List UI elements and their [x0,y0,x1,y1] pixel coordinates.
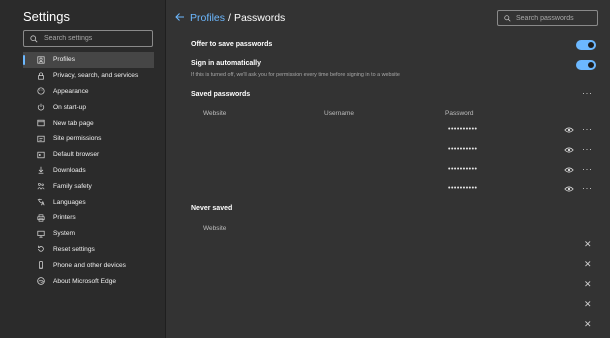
sidebar-nav: Profiles Privacy, search, and services A… [23,52,154,289]
row-more-button[interactable]: ··· [582,124,593,134]
sidebar-item-privacy[interactable]: Privacy, search, and services [23,68,154,84]
back-arrow-icon[interactable] [175,12,185,22]
sidebar-item-printers[interactable]: Printers [23,210,154,226]
sidebar-item-languages[interactable]: Languages [23,194,154,210]
search-icon [504,14,511,22]
sidebar-item-label: Family safety [53,182,92,190]
site-permissions-icon [35,134,47,144]
settings-search-box[interactable] [23,30,153,47]
table-row[interactable]: •••••••••• ··· [166,120,610,140]
sidebar-item-default-browser[interactable]: Default browser [23,147,154,163]
sidebar-item-label: Downloads [53,166,86,174]
breadcrumb-profiles-link[interactable]: Profiles [190,12,225,24]
sidebar-item-label: Reset settings [53,245,95,253]
sidebar-item-label: Default browser [53,151,100,159]
row-more-button[interactable]: ··· [582,164,593,174]
never-saved-title: Never saved [191,205,233,212]
sidebar-item-profiles[interactable]: Profiles [23,52,154,68]
sign-in-auto-description: If this is turned off, we'll ask you for… [191,72,400,78]
password-value: •••••••••• [448,146,478,153]
sidebar-title: Settings [23,9,70,24]
sidebar-item-appearance[interactable]: Appearance [23,84,154,100]
breadcrumb: Profiles / Passwords [190,12,285,24]
column-header-password: Password [445,110,474,117]
edge-icon [35,276,47,286]
sidebar-item-label: Printers [53,214,76,222]
offer-save-toggle[interactable] [576,40,596,50]
show-password-icon[interactable] [564,166,574,174]
sidebar-item-label: Privacy, search, and services [53,72,139,80]
sign-in-auto-label: Sign in automatically [191,60,262,67]
settings-search-input[interactable] [44,35,144,42]
sidebar-item-site-permissions[interactable]: Site permissions [23,131,154,147]
saved-passwords-title: Saved passwords [191,91,251,98]
sidebar-item-about[interactable]: About Microsoft Edge [23,273,154,289]
row-more-button[interactable]: ··· [582,183,593,193]
reset-icon [35,244,47,254]
offer-save-label: Offer to save passwords [191,41,273,48]
sidebar-item-label: Appearance [53,87,89,95]
column-header-website: Website [203,110,227,117]
passwords-search-input[interactable] [516,14,596,22]
sidebar-item-family-safety[interactable]: Family safety [23,178,154,194]
password-value: •••••••••• [448,126,478,133]
printer-icon [35,213,47,223]
sidebar-item-label: System [53,230,75,238]
sidebar-item-label: Languages [53,198,86,206]
row-more-button[interactable]: ··· [582,144,593,154]
passwords-search-box[interactable] [497,10,598,26]
password-value: •••••••••• [448,166,478,173]
sidebar-item-reset[interactable]: Reset settings [23,242,154,258]
page-title: Passwords [233,12,286,24]
remove-never-saved-button[interactable]: ✕ [584,319,592,330]
download-icon [35,165,47,175]
remove-never-saved-button[interactable]: ✕ [584,239,592,250]
column-header-username: Username [324,110,354,117]
table-row[interactable]: •••••••••• ··· [166,140,610,160]
sidebar-item-label: On start-up [53,103,86,111]
sidebar-item-system[interactable]: System [23,226,154,242]
search-icon [30,34,38,42]
table-row[interactable]: •••••••••• ··· [166,160,610,180]
sidebar-item-startup[interactable]: On start-up [23,99,154,115]
sign-in-auto-toggle[interactable] [576,60,596,70]
system-icon [35,229,47,239]
password-value: •••••••••• [448,185,478,192]
palette-icon [35,86,47,96]
remove-never-saved-button[interactable]: ✕ [584,279,592,290]
sidebar-item-label: Profiles [53,56,75,64]
show-password-icon[interactable] [564,185,574,193]
show-password-icon[interactable] [564,146,574,154]
sidebar-item-label: New tab page [53,119,94,127]
newtab-icon [35,118,47,128]
sidebar: Settings Profiles Privacy, search, and s… [0,0,166,338]
sidebar-item-label: Site permissions [53,135,102,143]
sidebar-item-new-tab[interactable]: New tab page [23,115,154,131]
main-content: Profiles/Passwords Offer to save passwor… [166,0,610,338]
sidebar-item-downloads[interactable]: Downloads [23,163,154,179]
remove-never-saved-button[interactable]: ✕ [584,299,592,310]
phone-icon [35,260,47,270]
family-icon [35,181,47,191]
power-icon [35,102,47,112]
table-row[interactable]: •••••••••• ··· [166,179,610,199]
browser-icon [35,150,47,160]
saved-passwords-more-button[interactable]: ··· [582,88,593,98]
sidebar-item-label: About Microsoft Edge [53,277,117,285]
breadcrumb-separator: / [228,12,231,24]
languages-icon [35,197,47,207]
show-password-icon[interactable] [564,126,574,134]
lock-icon [35,71,47,81]
sidebar-item-phone[interactable]: Phone and other devices [23,257,154,273]
remove-never-saved-button[interactable]: ✕ [584,259,592,270]
profile-icon [35,55,47,65]
sidebar-item-label: Phone and other devices [53,261,126,269]
column-header-website: Website [203,225,227,232]
